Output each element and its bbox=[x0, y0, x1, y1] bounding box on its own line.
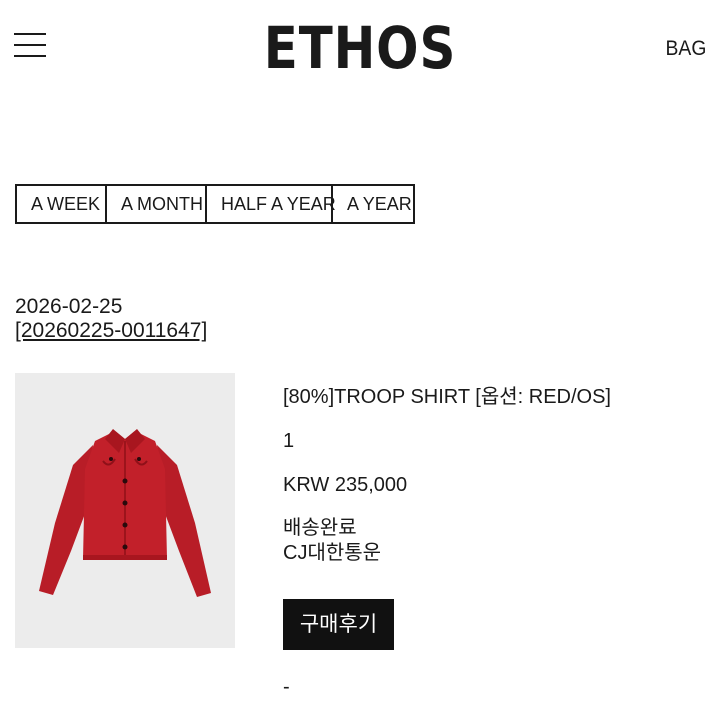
bag-link[interactable]: BAG bbox=[665, 36, 706, 62]
write-review-button[interactable]: 구매후기 bbox=[283, 599, 394, 650]
period-half-a-year-button[interactable]: HALF A YEAR bbox=[207, 186, 336, 222]
hamburger-menu-icon[interactable] bbox=[14, 33, 46, 59]
order-number: [20260225-0011647] bbox=[15, 318, 207, 344]
order-date: 2026-02-25 bbox=[15, 295, 123, 318]
product-quantity: 1 bbox=[283, 430, 295, 452]
period-a-year-button[interactable]: A YEAR bbox=[333, 186, 413, 222]
product-price: KRW 235,000 bbox=[283, 474, 408, 496]
order-number-link[interactable]: [20260225-0011647] bbox=[15, 319, 207, 342]
product-name-link[interactable]: [80%]TROOP SHIRT [옵션: RED/OS] bbox=[283, 384, 611, 410]
extra-info-placeholder: - bbox=[283, 676, 290, 698]
delivery-carrier[interactable]: CJ대한통운 bbox=[283, 540, 381, 566]
red-shirt-image bbox=[15, 373, 235, 648]
delivery-status: 배송완료 bbox=[283, 517, 357, 539]
period-filter: A WEEK A MONTH HALF A YEAR A YEAR bbox=[15, 184, 415, 224]
product-thumbnail[interactable] bbox=[15, 373, 235, 648]
period-a-month-button[interactable]: A MONTH bbox=[107, 186, 207, 222]
period-a-week-button[interactable]: A WEEK bbox=[17, 186, 107, 222]
site-logo[interactable]: ETHOS bbox=[50, 8, 669, 88]
order-history-page: ETHOS BAG A WEEK A MONTH HALF A YEAR A Y… bbox=[0, 0, 720, 720]
